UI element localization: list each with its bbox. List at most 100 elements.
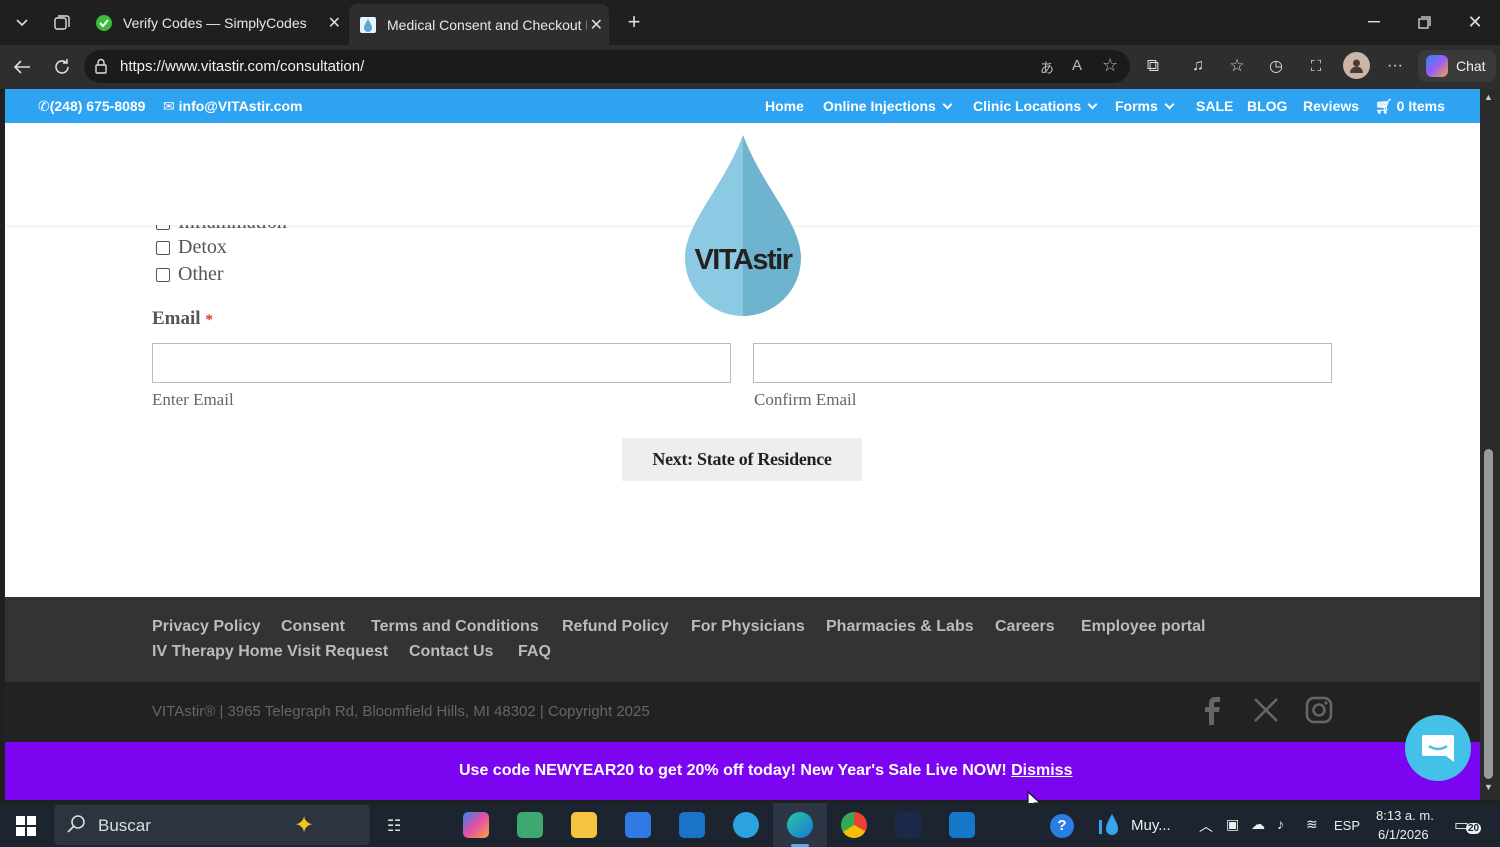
tray-expand-icon[interactable]: ︿ [1199, 816, 1213, 836]
address-bar[interactable]: https://www.vitastir.com/consultation/ あ… [84, 50, 1130, 83]
chrome-app-icon[interactable] [841, 812, 867, 838]
dismiss-link[interactable]: Dismiss [1011, 762, 1072, 779]
onedrive-icon[interactable]: ☁ [1251, 816, 1265, 833]
weather-icon[interactable] [1096, 811, 1124, 839]
back-icon[interactable] [10, 55, 34, 79]
new-tab-icon[interactable]: + [622, 9, 646, 34]
more-menu-icon[interactable]: ··· [1384, 55, 1406, 77]
required-marker: * [205, 312, 213, 328]
lock-icon[interactable] [94, 58, 108, 74]
weather-label[interactable]: Muy... [1131, 817, 1171, 834]
favorite-star-icon[interactable]: ☆ [1102, 55, 1118, 76]
tab-close-icon[interactable]: ✕ [590, 15, 603, 35]
confirm-email-input[interactable] [753, 343, 1332, 383]
close-window-icon[interactable]: ✕ [1463, 10, 1487, 34]
photos-app-icon[interactable] [517, 812, 543, 838]
wifi-icon[interactable]: ≋ [1306, 816, 1318, 833]
footer-link-careers[interactable]: Careers [995, 618, 1055, 636]
vpn-app-icon[interactable] [895, 812, 921, 838]
phone-icon: ✆ [38, 98, 50, 114]
translate-icon[interactable]: あ [1040, 58, 1054, 78]
checkbox-box[interactable] [156, 240, 170, 255]
nav-reviews[interactable]: Reviews [1303, 98, 1359, 114]
tab-simplycodes[interactable]: Verify Codes — SimplyCodes ✕ [85, 5, 347, 41]
copilot-chat-button[interactable]: Chat [1418, 50, 1496, 82]
footer-link-contact[interactable]: Contact Us [409, 643, 493, 661]
media-icon[interactable]: ♫ [1187, 55, 1209, 77]
cart-link[interactable]: 🛒︎ 0 Items [1375, 98, 1445, 115]
taskbar-search-box[interactable]: Buscar ✦ [54, 805, 370, 845]
tab-medical-consent[interactable]: Medical Consent and Checkout Fo ✕ [349, 4, 609, 45]
chat-bubble-icon [1422, 735, 1454, 762]
help-icon[interactable]: ? [1050, 814, 1074, 838]
file-explorer-icon[interactable] [571, 812, 597, 838]
clock-date[interactable]: 6/1/2026 [1378, 827, 1429, 842]
profile-avatar[interactable] [1343, 52, 1370, 79]
nav-forms[interactable]: Forms [1115, 98, 1175, 114]
chevron-down-icon [1164, 99, 1175, 110]
footer-link-consent[interactable]: Consent [281, 618, 345, 636]
search-icon [66, 814, 86, 834]
scroll-down-icon[interactable]: ▼ [1484, 782, 1493, 792]
phone-link[interactable]: ✆(248) 675-8089 [38, 98, 145, 115]
screenshot-icon[interactable]: ⛶ [1305, 55, 1327, 77]
tab-close-icon[interactable]: ✕ [328, 13, 341, 33]
nav-clinic-locations[interactable]: Clinic Locations [973, 98, 1098, 114]
outlook-app-icon[interactable] [679, 812, 705, 838]
live-chat-button[interactable] [1405, 715, 1471, 781]
email-input[interactable] [152, 343, 731, 383]
tab-actions-menu-icon[interactable] [10, 12, 34, 34]
checkbox-box[interactable] [156, 267, 170, 282]
vitastir-logo[interactable]: VITAstir [683, 133, 803, 317]
mail-icon: ✉ [163, 98, 179, 114]
windows-start-icon[interactable] [16, 816, 36, 836]
nav-home[interactable]: Home [765, 98, 804, 114]
favorites-icon[interactable]: ☆ [1226, 55, 1248, 77]
footer-link-terms[interactable]: Terms and Conditions [371, 618, 539, 636]
email-link[interactable]: ✉ info@VITAstir.com [163, 98, 302, 115]
footer-link-pharmacies[interactable]: Pharmacies & Labs [826, 618, 974, 636]
minimize-icon[interactable] [1362, 10, 1386, 34]
power-app-icon[interactable] [949, 812, 975, 838]
checkbox-other[interactable]: Other [156, 263, 224, 286]
store-app-icon[interactable] [625, 812, 651, 838]
scroll-up-icon[interactable]: ▲ [1484, 92, 1493, 102]
edge-taskbar-active[interactable] [773, 803, 827, 847]
chevron-down-icon [942, 99, 953, 110]
footer-link-privacy-policy[interactable]: Privacy Policy [152, 618, 261, 636]
meet-icon[interactable]: ▣ [1226, 816, 1239, 833]
footer-link-physicians[interactable]: For Physicians [691, 618, 805, 636]
copilot-sparkle-icon[interactable]: ✦ [294, 811, 314, 840]
footer-link-faq[interactable]: FAQ [518, 643, 551, 661]
history-icon[interactable]: ◷ [1265, 55, 1287, 77]
checkbox-detox[interactable]: Detox [156, 236, 227, 259]
volume-icon[interactable]: ♪ [1277, 816, 1284, 832]
workspaces-icon[interactable] [50, 11, 74, 35]
vitastir-favicon-icon [359, 16, 377, 34]
chat-label: Chat [1456, 58, 1486, 74]
extensions-icon[interactable]: ⧉ [1142, 55, 1164, 77]
clock-time[interactable]: 8:13 a. m. [1376, 808, 1434, 823]
read-aloud-icon[interactable]: A [1072, 57, 1082, 74]
refresh-icon[interactable] [50, 55, 74, 79]
search-placeholder: Buscar [98, 816, 151, 835]
confirm-email-sublabel: Confirm Email [754, 390, 857, 409]
language-indicator[interactable]: ESP [1334, 818, 1360, 833]
task-view-icon[interactable]: ☷ [387, 816, 401, 836]
footer-link-refund-policy[interactable]: Refund Policy [562, 618, 669, 636]
next-state-of-residence-button[interactable]: Next: State of Residence [622, 438, 862, 481]
nav-blog[interactable]: BLOG [1247, 98, 1287, 114]
footer-link-home-visit[interactable]: IV Therapy Home Visit Request [152, 643, 388, 661]
copilot-app-icon[interactable] [463, 812, 489, 838]
telegram-app-icon[interactable] [733, 812, 759, 838]
facebook-icon[interactable] [1203, 696, 1223, 726]
tab-title: Verify Codes — SimplyCodes [123, 15, 307, 31]
nav-sale[interactable]: SALE [1196, 98, 1233, 114]
notifications-button[interactable]: ▭ 20 [1454, 815, 1484, 837]
instagram-icon[interactable] [1305, 696, 1333, 724]
nav-online-injections[interactable]: Online Injections [823, 98, 953, 114]
scrollbar-thumb[interactable] [1484, 449, 1493, 779]
footer-link-employee-portal[interactable]: Employee portal [1081, 618, 1205, 636]
x-icon[interactable] [1253, 697, 1279, 723]
restore-icon[interactable] [1412, 10, 1436, 34]
